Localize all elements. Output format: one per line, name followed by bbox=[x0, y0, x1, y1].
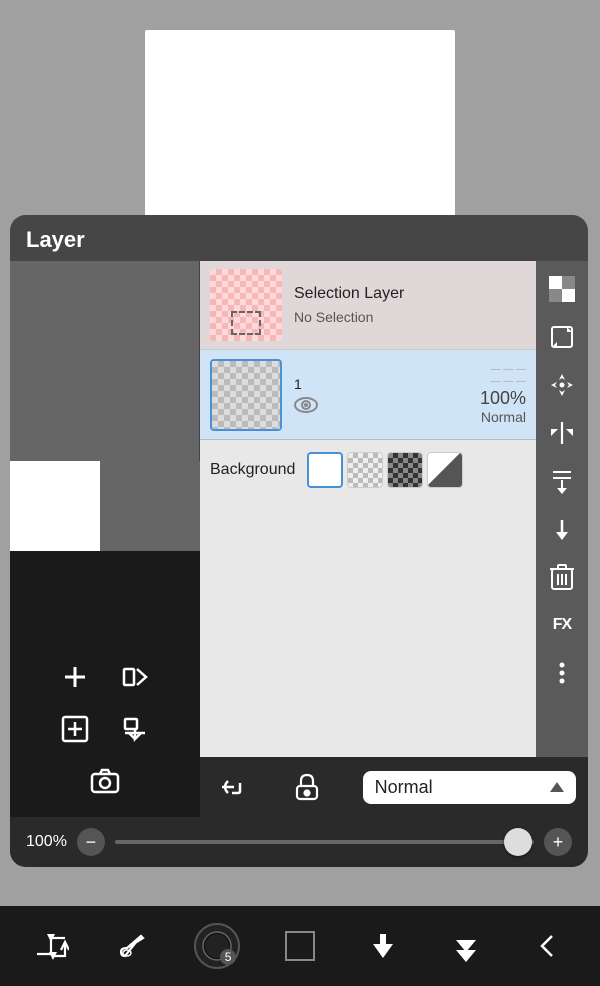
blend-back-button[interactable] bbox=[212, 767, 252, 807]
preview-black bbox=[10, 551, 200, 641]
layer1-thumb bbox=[210, 359, 282, 431]
zoom-slider[interactable] bbox=[115, 840, 534, 844]
flip-layer-button[interactable] bbox=[115, 657, 155, 697]
left-tools-panel bbox=[10, 261, 200, 817]
brush-tool-button[interactable] bbox=[106, 918, 162, 974]
layers-list-container: Selection Layer No Selection 1 bbox=[200, 261, 588, 817]
merge-down-button[interactable] bbox=[115, 709, 155, 749]
layers-list-inner: Selection Layer No Selection 1 bbox=[200, 261, 588, 757]
bottom-toolbar: 5 bbox=[0, 906, 600, 986]
transform-select-button[interactable] bbox=[540, 315, 584, 359]
blend-mode-arrow-icon bbox=[550, 782, 564, 792]
layers-list: Selection Layer No Selection 1 bbox=[200, 261, 536, 757]
selection-layer-row[interactable]: Selection Layer No Selection bbox=[200, 261, 536, 350]
brush-circle: 5 bbox=[194, 923, 240, 969]
square-tool-button[interactable] bbox=[272, 918, 328, 974]
tools-row-1 bbox=[10, 651, 200, 703]
merge-button[interactable] bbox=[540, 459, 584, 503]
zoom-percent: 100% bbox=[26, 833, 67, 851]
swatch-dark-checker[interactable] bbox=[387, 452, 423, 488]
layer1-preview bbox=[212, 361, 280, 429]
move-down-button[interactable] bbox=[540, 507, 584, 551]
layer1-row[interactable]: 1 bbox=[200, 350, 536, 440]
background-label: Background bbox=[210, 461, 295, 479]
add-layer-button[interactable] bbox=[55, 657, 95, 697]
tools-row-2 bbox=[10, 703, 200, 755]
blend-mode-text: Normal bbox=[375, 777, 433, 798]
delete-layer-button[interactable] bbox=[540, 555, 584, 599]
circle-tool-button[interactable]: 5 bbox=[189, 918, 245, 974]
flip-button[interactable] bbox=[540, 411, 584, 455]
selection-layer-sub: No Selection bbox=[294, 309, 526, 325]
visibility-icon[interactable] bbox=[294, 396, 318, 414]
layer-panel: Layer bbox=[10, 215, 588, 867]
background-row[interactable]: Background bbox=[200, 440, 536, 500]
layer1-mode: Normal bbox=[480, 409, 526, 425]
zoom-bar: 100% − + bbox=[10, 817, 588, 867]
left-bottom-tools bbox=[10, 641, 200, 817]
tools-row-3 bbox=[10, 755, 200, 807]
blend-mode-selector[interactable]: Normal bbox=[363, 771, 576, 804]
more-button[interactable] bbox=[540, 651, 584, 695]
layer1-percent: 100% bbox=[480, 388, 526, 409]
selection-layer-thumb bbox=[210, 269, 282, 341]
preview-white bbox=[10, 461, 100, 551]
fx-button[interactable]: FX bbox=[540, 603, 584, 647]
layer1-extra: — — —— — — bbox=[480, 364, 526, 388]
swatch-checker[interactable] bbox=[347, 452, 383, 488]
layer1-stats: — — —— — — 100% Normal bbox=[480, 364, 526, 425]
selection-info: Selection Layer No Selection bbox=[294, 285, 526, 325]
layer-panel-title: Layer bbox=[26, 227, 85, 252]
camera-button[interactable] bbox=[85, 761, 125, 801]
zoom-in-button[interactable]: + bbox=[544, 828, 572, 856]
swatch-diagonal[interactable] bbox=[427, 452, 463, 488]
zoom-plus-icon: + bbox=[553, 832, 564, 853]
add-group-button[interactable] bbox=[55, 709, 95, 749]
down-arrow-button[interactable] bbox=[355, 918, 411, 974]
layer-panel-header: Layer bbox=[10, 215, 588, 261]
selection-dashed-box bbox=[231, 311, 261, 335]
layer-preview-bottom bbox=[10, 461, 200, 641]
selection-layer-name: Selection Layer bbox=[294, 285, 526, 303]
swap-tool-button[interactable] bbox=[23, 918, 79, 974]
back-button[interactable] bbox=[520, 918, 576, 974]
layer-main-content: Selection Layer No Selection 1 bbox=[10, 261, 588, 817]
checkerboard-button[interactable] bbox=[540, 267, 584, 311]
zoom-slider-thumb bbox=[504, 828, 532, 856]
background-swatches bbox=[307, 452, 463, 488]
layer1-number: 1 bbox=[294, 376, 480, 392]
blend-lock-button[interactable] bbox=[260, 773, 355, 801]
zoom-out-button[interactable]: − bbox=[77, 828, 105, 856]
color-square bbox=[285, 931, 315, 961]
swatch-white[interactable] bbox=[307, 452, 343, 488]
layer1-opacity-row bbox=[294, 396, 480, 414]
layer-preview-top bbox=[10, 261, 200, 461]
move-button[interactable] bbox=[540, 363, 584, 407]
brush-badge: 5 bbox=[220, 949, 236, 965]
preview-gray bbox=[100, 461, 200, 551]
blend-mode-bar: Normal bbox=[200, 757, 588, 817]
zoom-minus-icon: − bbox=[86, 832, 97, 853]
right-icon-bar: FX bbox=[536, 261, 588, 757]
layer1-info: 1 bbox=[294, 376, 480, 414]
down-double-button[interactable] bbox=[438, 918, 494, 974]
fx-label: FX bbox=[553, 616, 571, 634]
